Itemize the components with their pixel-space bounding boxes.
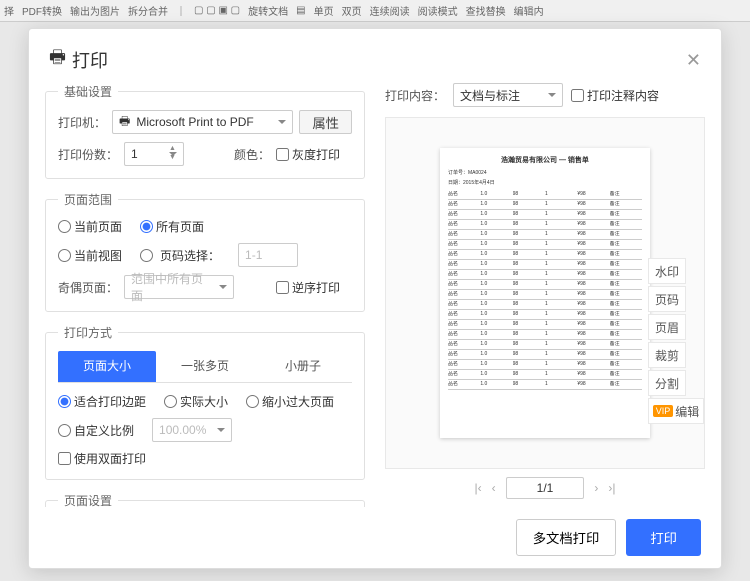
reverse-print-checkbox[interactable]: 逆序打印 [276,279,340,296]
print-annot-checkbox[interactable]: 打印注释内容 [571,87,659,104]
basic-legend: 基础设置 [58,83,118,100]
watermark-tool[interactable]: 水印 [648,258,686,284]
preview-page: 浩瀚贸易有限公司 — 销售单 订单号：MA0024 日期：2015年4月4日 品… [440,148,650,438]
page-range-input[interactable]: 1-1 [238,243,298,267]
multi-doc-print-button[interactable]: 多文档打印 [516,519,617,556]
side-tools: 水印 页码 页眉 裁剪 分割 VIP编辑 [648,258,704,424]
copies-input[interactable]: 1 ▲▼ [124,142,184,166]
pager: |‹ ‹ 1/1 › ›| [385,469,705,507]
odd-even-select[interactable]: 范围中所有页面 [124,275,234,299]
printer-icon: 🖶 [119,112,130,133]
print-mode-group: 打印方式 页面大小 一张多页 小册子 适合打印边距 实际大小 缩小过大页面 自定… [45,324,365,480]
edit-tool[interactable]: VIP编辑 [648,398,704,424]
print-icon: 🖶 [49,45,66,75]
fit-margin-radio[interactable]: 适合打印边距 [58,393,146,410]
page-number-tool[interactable]: 页码 [648,286,686,312]
all-pages-radio[interactable]: 所有页面 [140,218,204,235]
actual-size-radio[interactable]: 实际大小 [164,393,228,410]
page-indicator[interactable]: 1/1 [506,477,585,499]
page-setup-group: 页面设置 纸张大小： A4 页边距 纸张方向： 自动横向/纵向 纵向 横向 [45,492,365,507]
page-select-radio[interactable]: 页码选择： [140,247,220,264]
shrink-radio[interactable]: 缩小过大页面 [246,393,334,410]
setup-legend: 页面设置 [58,492,118,507]
printer-label: 打印机： [58,114,106,131]
current-view-radio[interactable]: 当前视图 [58,247,122,264]
print-content-label: 打印内容： [385,87,445,104]
print-button[interactable]: 打印 [626,519,701,556]
crop-tool[interactable]: 裁剪 [648,342,686,368]
page-range-group: 页面范围 当前页面 所有页面 当前视图 页码选择： 1-1 奇偶页面： 范围中所… [45,191,365,312]
tab-booklet[interactable]: 小册子 [254,351,352,382]
spin-up-icon[interactable]: ▲ [169,144,181,153]
header-tool[interactable]: 页眉 [648,314,686,340]
grayscale-checkbox[interactable]: 灰度打印 [276,146,340,163]
print-dialog: 🖶 打印 ✕ 基础设置 打印机： 🖶 Microsoft Print to PD… [28,28,722,569]
mode-legend: 打印方式 [58,324,118,341]
dialog-title: 🖶 打印 [49,45,108,75]
scale-input[interactable]: 100.00% [152,418,232,442]
current-page-radio[interactable]: 当前页面 [58,218,122,235]
split-tool[interactable]: 分割 [648,370,686,396]
odd-even-label: 奇偶页面： [58,279,118,296]
copies-label: 打印份数： [58,146,118,163]
range-legend: 页面范围 [58,191,118,208]
last-page-button[interactable]: ›| [608,481,615,495]
duplex-checkbox[interactable]: 使用双面打印 [58,450,146,467]
color-label: 颜色： [234,146,270,163]
spin-down-icon[interactable]: ▼ [169,153,181,162]
printer-select[interactable]: 🖶 Microsoft Print to PDF [112,110,293,134]
printer-props-button[interactable]: 属性 [299,110,352,134]
next-page-button[interactable]: › [594,481,598,495]
basic-settings-group: 基础设置 打印机： 🖶 Microsoft Print to PDF 属性 打印… [45,83,365,179]
close-button[interactable]: ✕ [686,50,701,71]
preview-area: 浩瀚贸易有限公司 — 销售单 订单号：MA0024 日期：2015年4月4日 品… [385,117,705,469]
custom-scale-radio[interactable]: 自定义比例 [58,422,134,439]
tab-multi-page[interactable]: 一张多页 [156,351,254,382]
first-page-button[interactable]: |‹ [475,481,482,495]
background-toolbar: 择PDF转换 输出为图片拆分合并 ｜▢ ▢ ▣ ▢ 旋转文档▤单页 双页连续阅读… [0,0,750,22]
print-content-select[interactable]: 文档与标注 [453,83,563,107]
tab-page-size[interactable]: 页面大小 [58,351,156,382]
prev-page-button[interactable]: ‹ [492,481,496,495]
